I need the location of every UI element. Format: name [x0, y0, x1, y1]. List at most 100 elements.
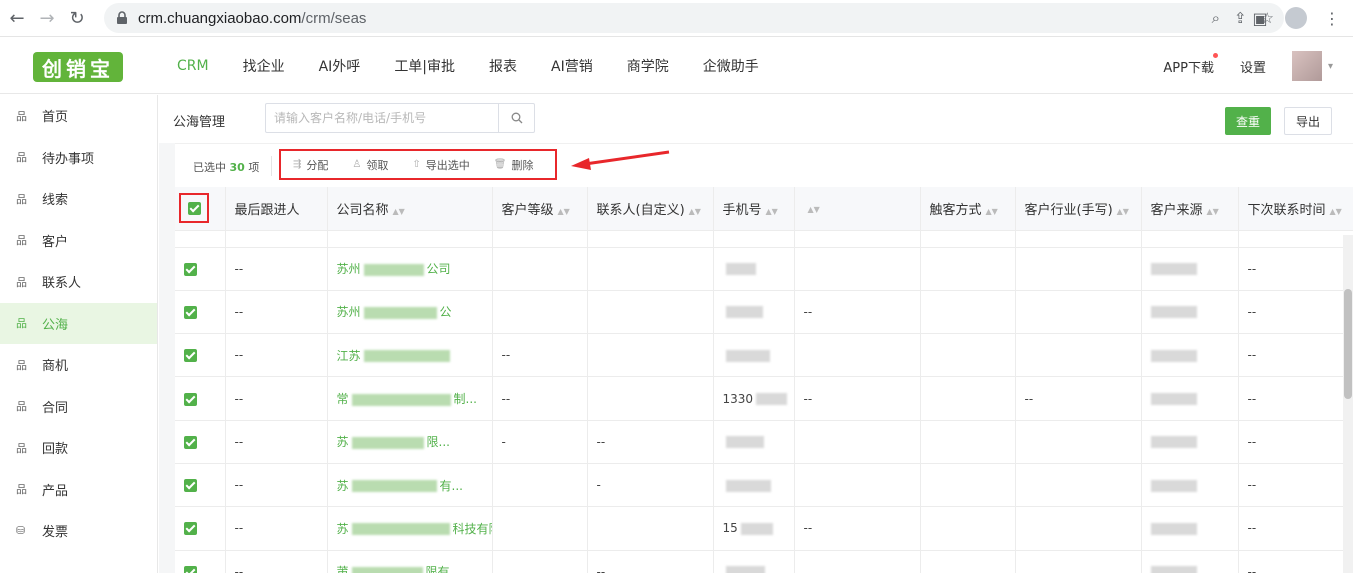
col-contact-custom[interactable]: 联系人(自定义) ▲▼: [587, 187, 714, 231]
tree-icon: 品: [16, 192, 27, 206]
nav-ticket-approval[interactable]: 工单|审批: [377, 56, 472, 76]
cell-company-name[interactable]: 常制...: [327, 376, 493, 421]
sidebar-item-todo[interactable]: 品 待办事项: [0, 137, 157, 179]
sort-icon[interactable]: ▲▼: [1207, 207, 1219, 216]
col-industry[interactable]: 客户行业(手写) ▲▼: [1015, 187, 1142, 231]
col-mobile[interactable]: 手机号 ▲▼: [713, 187, 795, 231]
table-scrollbar[interactable]: [1343, 235, 1353, 573]
sort-icon[interactable]: ▲▼: [393, 207, 405, 216]
sidebar-item-opportunities[interactable]: 品 商机: [0, 344, 157, 386]
sort-icon[interactable]: ▲▼: [766, 207, 778, 216]
sidebar-item-products[interactable]: 品 产品: [0, 469, 157, 511]
nav-ai-marketing[interactable]: AI营销: [534, 56, 610, 76]
row-checkbox[interactable]: [184, 522, 197, 536]
export-selected-action[interactable]: ⇧ 导出选中: [400, 157, 481, 173]
sidebar-item-payments[interactable]: 品 回款: [0, 427, 157, 469]
nav-crm[interactable]: CRM: [160, 58, 226, 74]
sidebar-item-leads[interactable]: 品 线索: [0, 178, 157, 220]
select-all-checkbox-highlight[interactable]: [179, 193, 209, 224]
table-row[interactable]: -- 常制... -- 1330 -- -- --: [175, 376, 1353, 421]
dedupe-button[interactable]: 查重: [1225, 107, 1271, 135]
sidebar-item-customers[interactable]: 品 客户: [0, 220, 157, 262]
scrollbar-thumb[interactable]: [1344, 289, 1352, 399]
address-bar[interactable]: crm.chuangxiaobao.com/crm/seas ⌕ ⇪ ☆: [104, 3, 1284, 33]
cell-contact-method: [920, 247, 1016, 291]
chevron-down-icon[interactable]: ▾: [1328, 61, 1333, 72]
col-company-name[interactable]: 公司名称 ▲▼: [327, 187, 493, 231]
row-checkbox[interactable]: [184, 435, 197, 449]
more-menu-icon[interactable]: ⋮: [1319, 5, 1345, 31]
table-row[interactable]: -- 苏州 公司 --: [175, 247, 1353, 291]
cell-company-name[interactable]: 苏限...: [327, 420, 493, 464]
cell-company-name[interactable]: 莆限有: [327, 550, 493, 573]
cell-contact: --: [587, 420, 714, 464]
nav-wecom-assistant[interactable]: 企微助手: [686, 56, 776, 76]
cell-company-name[interactable]: 苏科技有限公司: [327, 506, 493, 551]
sidebar-item-home[interactable]: 品 首页: [0, 95, 157, 137]
row-checkbox[interactable]: [184, 349, 197, 363]
table-row[interactable]: -- 苏州公 -- --: [175, 290, 1353, 335]
cell-company-name[interactable]: 江苏: [327, 333, 493, 378]
sort-icon[interactable]: ▲▼: [1330, 207, 1342, 216]
table-row[interactable]: -- 苏限... - -- --: [175, 420, 1353, 464]
profile-avatar: [1285, 7, 1307, 29]
table-header-row: 最后跟进人 公司名称 ▲▼ 客户等级 ▲▼ 联系人(自定义) ▲▼ 手机号 ▲▼ ▲▼ …: [175, 187, 1353, 231]
app-download-link[interactable]: APP下载: [1163, 52, 1218, 76]
sort-icon[interactable]: ▲▼: [986, 207, 998, 216]
select-all-checkbox[interactable]: [187, 201, 201, 215]
logo[interactable]: 创销宝: [33, 52, 123, 82]
cell-company-name[interactable]: 苏州公: [327, 290, 493, 335]
sidebar-item-contacts[interactable]: 品 联系人: [0, 261, 157, 303]
col-unnamed[interactable]: ▲▼: [794, 187, 921, 231]
nav-academy[interactable]: 商学院: [610, 56, 686, 76]
col-customer-level[interactable]: 客户等级 ▲▼: [492, 187, 588, 231]
reload-icon[interactable]: ↻: [64, 5, 90, 31]
sidebar-item-public-pool[interactable]: 品 公海: [0, 302, 157, 344]
row-checkbox[interactable]: [184, 392, 197, 406]
assign-action[interactable]: ⇶ 分配: [281, 157, 340, 173]
sidebar-item-invoices[interactable]: ⛁ 发票: [0, 510, 157, 552]
back-icon[interactable]: ←: [4, 5, 30, 31]
row-checkbox[interactable]: [184, 479, 197, 493]
col-source[interactable]: 客户来源 ▲▼: [1141, 187, 1239, 231]
settings-link[interactable]: 设置: [1240, 57, 1266, 76]
table-row[interactable]: -- 江苏 -- --: [175, 333, 1353, 378]
sidebar-item-label: 联系人: [42, 276, 82, 292]
forward-icon[interactable]: →: [34, 5, 60, 31]
cell-source: [1141, 376, 1239, 421]
table-row[interactable]: -- 莆限有 -- --: [175, 550, 1353, 573]
cell-level: [492, 550, 588, 573]
sort-icon[interactable]: ▲▼: [689, 207, 701, 216]
nav-find-company[interactable]: 找企业: [226, 56, 302, 76]
col-last-follower[interactable]: 最后跟进人: [225, 187, 328, 231]
profile-button[interactable]: [1283, 5, 1309, 31]
table-row[interactable]: -- 苏有... - --: [175, 463, 1353, 508]
row-checkbox[interactable]: [184, 305, 197, 319]
col-next-contact[interactable]: 下次联系时间 ▲▼: [1238, 187, 1353, 231]
side-panel-icon[interactable]: ▣: [1247, 5, 1273, 31]
cell-level: [492, 506, 588, 551]
delete-action[interactable]: 🗑 删除: [482, 157, 546, 173]
claim-action[interactable]: ♙ 领取: [340, 157, 400, 173]
search-input[interactable]: [266, 104, 498, 132]
cell-industry: [1015, 420, 1142, 464]
sort-icon[interactable]: ▲▼: [558, 207, 570, 216]
sidebar-item-contracts[interactable]: 品 合同: [0, 386, 157, 428]
nav-reports[interactable]: 报表: [472, 56, 534, 76]
sort-icon[interactable]: ▲▼: [808, 205, 820, 214]
row-checkbox[interactable]: [184, 262, 197, 276]
cell-next-contact: --: [1238, 550, 1353, 573]
row-checkbox[interactable]: [184, 565, 197, 573]
user-avatar[interactable]: [1291, 51, 1322, 81]
search-icon[interactable]: [498, 104, 534, 132]
zoom-icon[interactable]: ⌕: [1212, 9, 1220, 27]
col-contact-method[interactable]: 触客方式 ▲▼: [920, 187, 1016, 231]
redacted-text: [1150, 522, 1197, 535]
sort-icon[interactable]: ▲▼: [1117, 207, 1129, 216]
cell-company-name[interactable]: 苏州 公司: [327, 247, 493, 291]
cell-company-name[interactable]: 苏有...: [327, 463, 493, 508]
table-row[interactable]: --苏科技有限公司15----: [175, 506, 1353, 551]
share-icon[interactable]: ⇪: [1234, 9, 1247, 27]
nav-ai-call[interactable]: AI外呼: [302, 56, 378, 76]
export-button[interactable]: 导出: [1284, 107, 1332, 135]
